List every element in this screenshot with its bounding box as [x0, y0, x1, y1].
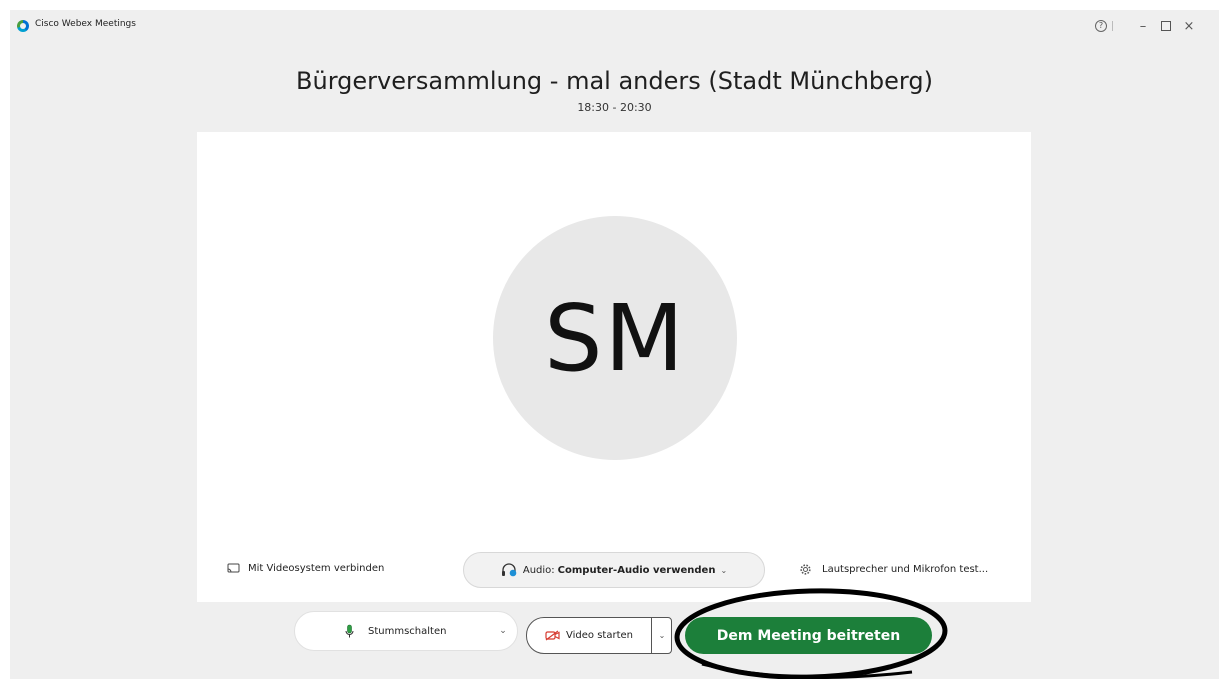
- help-icon: ?: [1095, 20, 1107, 32]
- maximize-button[interactable]: [1156, 16, 1176, 36]
- close-icon: ×: [1183, 18, 1195, 34]
- maximize-icon: [1161, 21, 1171, 31]
- microphone-icon: [345, 624, 354, 637]
- start-video-button[interactable]: Video starten ⌄: [526, 617, 672, 654]
- video-preview: SM Mit Videosystem verbinden Audio: Comp…: [197, 132, 1031, 602]
- mute-options-chevron-icon[interactable]: ⌄: [489, 612, 517, 650]
- mute-label: Stummschalten: [368, 625, 447, 637]
- video-system-label: Mit Videosystem verbinden: [248, 563, 385, 574]
- meeting-title: Bürgerversammlung - mal anders (Stadt Mü…: [296, 67, 933, 95]
- speaker-mic-test-link[interactable]: Lautsprecher und Mikrofon test...: [799, 563, 988, 576]
- video-label: Video starten: [566, 630, 633, 641]
- headset-icon: [501, 563, 517, 577]
- minimize-button[interactable]: –: [1133, 16, 1153, 36]
- cast-icon: [227, 563, 240, 573]
- camera-off-icon: [545, 630, 560, 641]
- avatar: SM: [493, 216, 737, 460]
- minimize-icon: –: [1139, 18, 1147, 34]
- webex-window: Cisco Webex Meetings ? – × Bürgerversamm…: [10, 10, 1219, 679]
- chevron-down-icon: ⌄: [720, 565, 728, 575]
- start-video-main[interactable]: Video starten: [527, 618, 651, 653]
- help-button[interactable]: ?: [1091, 16, 1111, 36]
- title-bar: Cisco Webex Meetings ? – ×: [10, 10, 1219, 44]
- join-meeting-button[interactable]: Dem Meeting beitreten: [685, 617, 932, 654]
- webex-logo-icon: [17, 20, 29, 32]
- close-button[interactable]: ×: [1179, 16, 1199, 36]
- video-system-link[interactable]: Mit Videosystem verbinden: [227, 563, 384, 574]
- audio-prefix: Audio:: [522, 564, 555, 576]
- audio-value: Computer-Audio verwenden: [557, 564, 716, 576]
- avatar-initials: SM: [544, 284, 686, 392]
- gear-icon: [800, 564, 811, 575]
- titlebar-separator: [1112, 21, 1113, 31]
- speaker-test-label: Lautsprecher und Mikrofon test...: [822, 564, 989, 575]
- mute-button[interactable]: Stummschalten ⌄: [294, 611, 518, 651]
- video-options-chevron-icon[interactable]: ⌄: [652, 618, 672, 653]
- audio-selector[interactable]: Audio: Computer-Audio verwenden ⌄: [463, 552, 765, 588]
- app-title: Cisco Webex Meetings: [35, 19, 136, 29]
- meeting-time: 18:30 - 20:30: [577, 101, 652, 114]
